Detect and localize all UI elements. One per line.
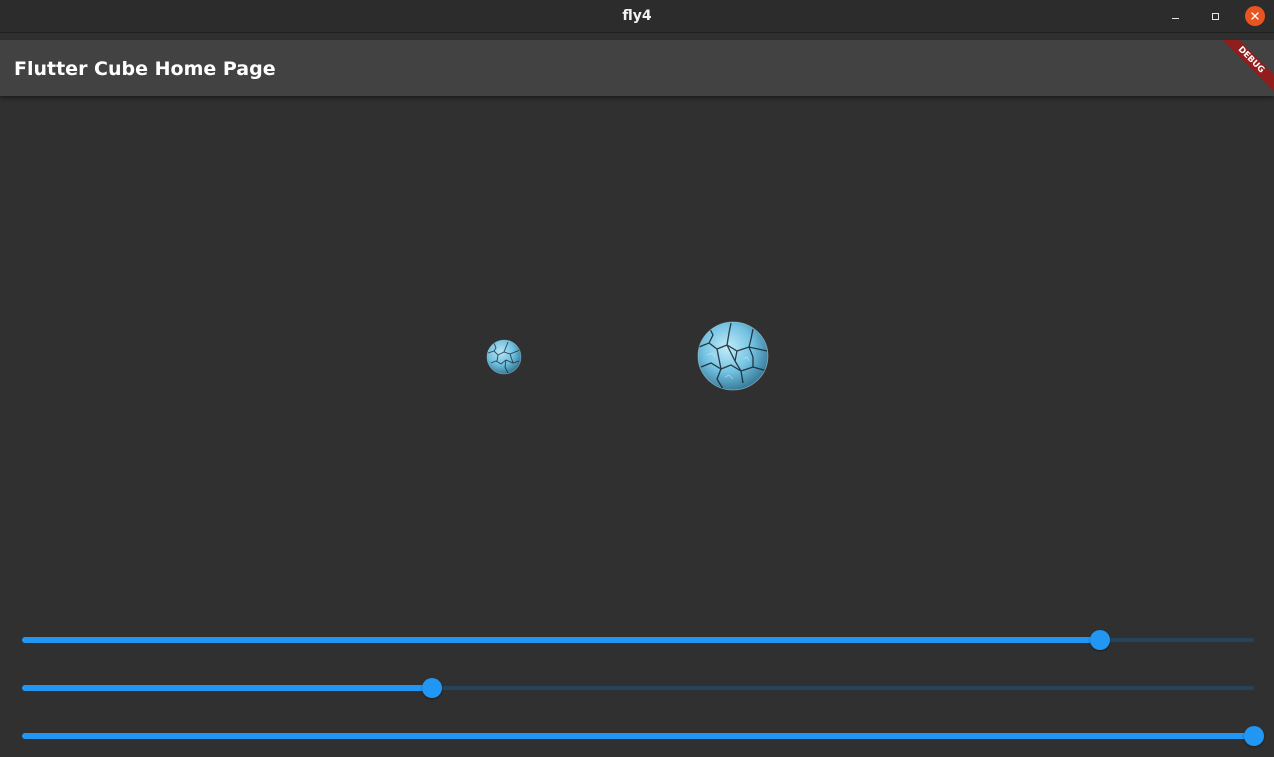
close-icon bbox=[1245, 6, 1265, 26]
minimize-button[interactable] bbox=[1165, 6, 1185, 26]
close-x-glyph bbox=[1251, 12, 1259, 20]
slider-2[interactable] bbox=[22, 676, 1254, 700]
slider-1[interactable] bbox=[22, 628, 1254, 652]
app-window: fly4 Flutter Cube Home Page DEBUG bbox=[0, 0, 1274, 757]
slider-2-thumb[interactable] bbox=[422, 678, 443, 698]
minimize-icon bbox=[1171, 17, 1179, 19]
slider-3[interactable] bbox=[22, 724, 1264, 748]
small-sphere bbox=[486, 339, 522, 375]
large-sphere bbox=[697, 321, 769, 391]
window-title: fly4 bbox=[622, 8, 652, 24]
maximize-icon bbox=[1211, 12, 1219, 20]
cube-viewport[interactable] bbox=[0, 96, 1274, 616]
slider-3-thumb[interactable] bbox=[1244, 726, 1264, 746]
slider-3-active-track bbox=[22, 733, 1254, 739]
window-titlebar[interactable]: fly4 bbox=[0, 0, 1274, 33]
close-button[interactable] bbox=[1245, 6, 1265, 26]
page-title: Flutter Cube Home Page bbox=[14, 58, 276, 80]
slider-1-thumb[interactable] bbox=[1090, 630, 1110, 650]
app-bar: Flutter Cube Home Page bbox=[0, 40, 1274, 96]
maximize-button[interactable] bbox=[1205, 6, 1225, 26]
slider-2-active-track bbox=[22, 685, 433, 691]
slider-1-active-track bbox=[22, 637, 1100, 643]
